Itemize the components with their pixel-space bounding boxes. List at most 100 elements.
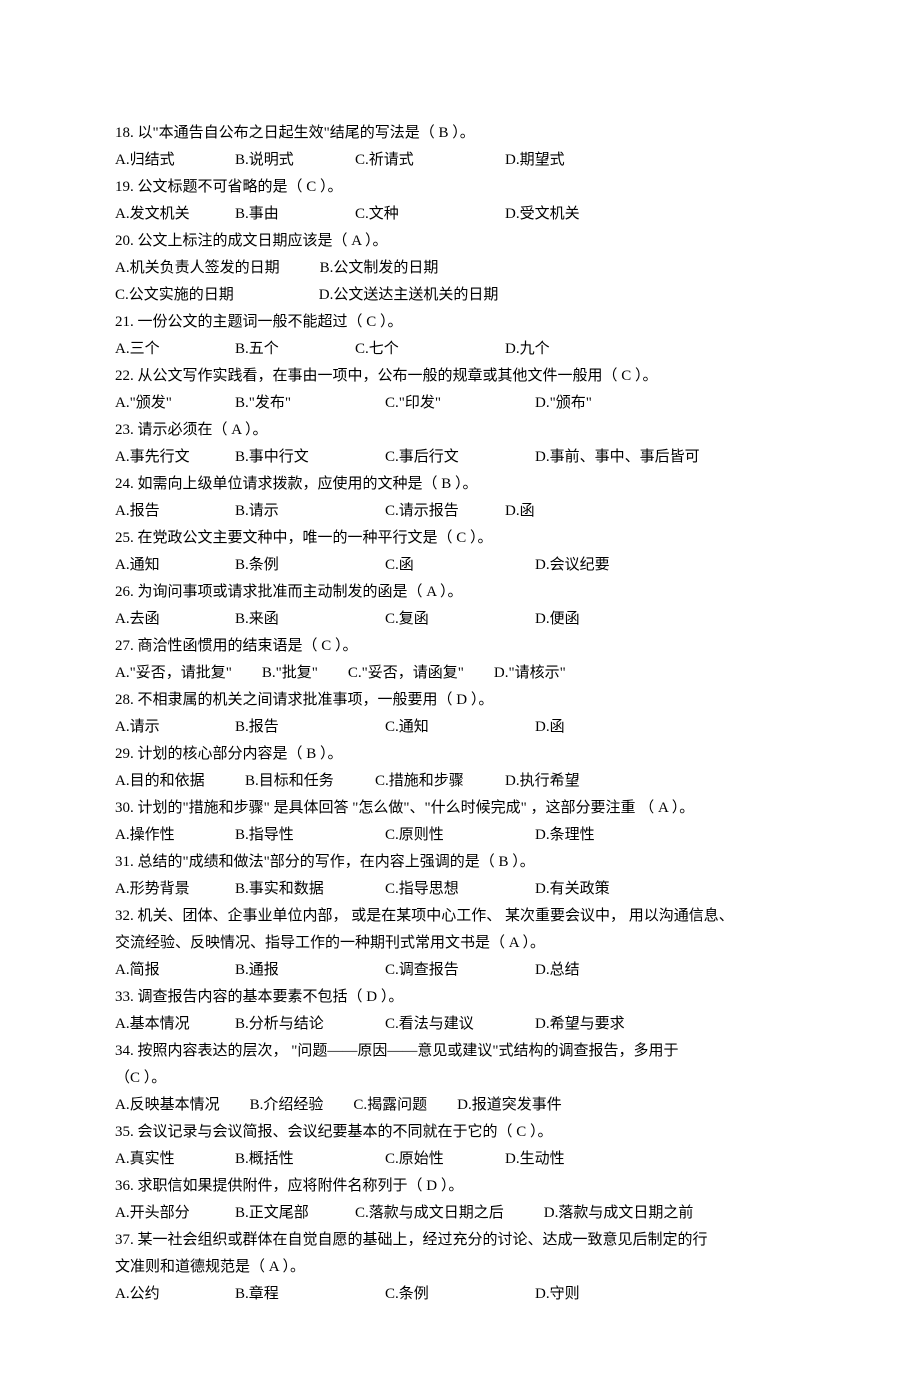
question-stem: 27. 商洽性函惯用的结束语是（ C ）。 — [115, 633, 805, 660]
question-stem: 34. 按照内容表达的层次， "问题——原因——意见或建议"式结构的调查报告，多… — [115, 1038, 805, 1065]
option: D.条理性 — [535, 822, 595, 849]
option: C.通知 — [385, 714, 535, 741]
options-row: A.通知B.条例C.函D.会议纪要 — [115, 552, 805, 579]
option: B.目标和任务 — [245, 768, 375, 795]
option: A.真实性 — [115, 1146, 235, 1173]
document-body: 18. 以"本通告自公布之日起生效"结尾的写法是（ B ）。A.归结式B.说明式… — [115, 120, 805, 1308]
option: D.有关政策 — [535, 876, 610, 903]
question-stem: 文准则和道德规范是（ A ）。 — [115, 1254, 805, 1281]
option: B.报告 — [235, 714, 385, 741]
option: B.说明式 — [235, 147, 355, 174]
option: D.事前、事中、事后皆可 — [535, 444, 700, 471]
question-stem: 26. 为询问事项或请求批准而主动制发的函是（ A ）。 — [115, 579, 805, 606]
option: C.复函 — [385, 606, 535, 633]
option: D.报道突发事件 — [457, 1092, 562, 1119]
option: C.原则性 — [385, 822, 535, 849]
option: D.生动性 — [505, 1146, 565, 1173]
options-row: A.公约B.章程C.条例D.守则 — [115, 1281, 805, 1308]
question-stem: 22. 从公文写作实践看，在事由一项中，公布一般的规章或其他文件一般用（ C ）… — [115, 363, 805, 390]
option: C.措施和步骤 — [375, 768, 505, 795]
option: D.会议纪要 — [535, 552, 610, 579]
options-row: A."妥否，请批复"B."批复"C."妥否，请函复"D."请核示" — [115, 660, 805, 687]
option: A.发文机关 — [115, 201, 235, 228]
option: D.总结 — [535, 957, 580, 984]
option: C.七个 — [355, 336, 505, 363]
option: A.报告 — [115, 498, 235, 525]
option: D."请核示" — [494, 660, 566, 687]
options-row: A.目的和依据B.目标和任务C.措施和步骤D.执行希望 — [115, 768, 805, 795]
question-stem: 21. 一份公文的主题词一般不能超过（ C ）。 — [115, 309, 805, 336]
question-stem: 32. 机关、团体、企事业单位内部， 或是在某项中心工作、 某次重要会议中， 用… — [115, 903, 805, 930]
option: A.机关负责人签发的日期 — [115, 255, 280, 282]
options-row: A.三个B.五个C.七个D.九个 — [115, 336, 805, 363]
options-row: A.请示B.报告C.通知D.函 — [115, 714, 805, 741]
option: B.公文制发的日期 — [320, 255, 439, 282]
option: A."颁发" — [115, 390, 235, 417]
option: A.目的和依据 — [115, 768, 245, 795]
question-stem: 33. 调查报告内容的基本要素不包括（ D ）。 — [115, 984, 805, 1011]
option: D.期望式 — [505, 147, 565, 174]
option: B.指导性 — [235, 822, 385, 849]
options-row: A.简报B.通报C.调查报告D.总结 — [115, 957, 805, 984]
option: A.请示 — [115, 714, 235, 741]
question-stem: 35. 会议记录与会议简报、会议纪要基本的不同就在于它的（ C ）。 — [115, 1119, 805, 1146]
option: A.操作性 — [115, 822, 235, 849]
option: C.函 — [385, 552, 535, 579]
question-stem: 36. 求职信如果提供附件，应将附件名称列于（ D ）。 — [115, 1173, 805, 1200]
option: B.概括性 — [235, 1146, 385, 1173]
option: B.请示 — [235, 498, 385, 525]
options-row: A.事先行文B.事中行文C.事后行文D.事前、事中、事后皆可 — [115, 444, 805, 471]
option: C.文种 — [355, 201, 505, 228]
option: D."颁布" — [535, 390, 592, 417]
option: B.五个 — [235, 336, 355, 363]
option: B.通报 — [235, 957, 385, 984]
option: D.九个 — [505, 336, 550, 363]
option: A.开头部分 — [115, 1200, 235, 1227]
option: D.希望与要求 — [535, 1011, 625, 1038]
option: D.函 — [535, 714, 565, 741]
option: D.受文机关 — [505, 201, 580, 228]
option: A.基本情况 — [115, 1011, 235, 1038]
option: A.反映基本情况 — [115, 1092, 220, 1119]
option: A.通知 — [115, 552, 235, 579]
option: B.事由 — [235, 201, 355, 228]
question-stem: 37. 某一社会组织或群体在自觉自愿的基础上，经过充分的讨论、达成一致意见后制定… — [115, 1227, 805, 1254]
option: C.看法与建议 — [385, 1011, 535, 1038]
options-row: A.发文机关B.事由C.文种D.受文机关 — [115, 201, 805, 228]
options-row: A.机关负责人签发的日期 B.公文制发的日期 — [115, 255, 805, 282]
question-stem: 24. 如需向上级单位请求拨款，应使用的文种是（ B ）。 — [115, 471, 805, 498]
question-stem: 20. 公文上标注的成文日期应该是（ A ）。 — [115, 228, 805, 255]
question-stem: 31. 总结的"成绩和做法"部分的写作，在内容上强调的是（ B ）。 — [115, 849, 805, 876]
option: D.落款与成文日期之前 — [544, 1200, 694, 1227]
option: A.公约 — [115, 1281, 235, 1308]
option: B.章程 — [235, 1281, 385, 1308]
option: D.公文送达主送机关的日期 — [319, 282, 499, 309]
option: B.正文尾部 — [235, 1200, 355, 1227]
option: A.简报 — [115, 957, 235, 984]
option: D.执行希望 — [505, 768, 580, 795]
option: B.介绍经验 — [250, 1092, 324, 1119]
option: C.请示报告 — [385, 498, 505, 525]
options-row: A.基本情况B.分析与结论C.看法与建议D.希望与要求 — [115, 1011, 805, 1038]
question-stem: 29. 计划的核心部分内容是（ B ）。 — [115, 741, 805, 768]
option: C.揭露问题 — [353, 1092, 427, 1119]
option: C."妥否，请函复" — [348, 660, 464, 687]
option: A.事先行文 — [115, 444, 235, 471]
option: B.来函 — [235, 606, 385, 633]
option: C.事后行文 — [385, 444, 535, 471]
option: C.指导思想 — [385, 876, 535, 903]
question-stem: 交流经验、反映情况、指导工作的一种期刊式常用文书是（ A ）。 — [115, 930, 805, 957]
question-stem: 18. 以"本通告自公布之日起生效"结尾的写法是（ B ）。 — [115, 120, 805, 147]
option: C.原始性 — [385, 1146, 505, 1173]
option: A.去函 — [115, 606, 235, 633]
option: C.条例 — [385, 1281, 535, 1308]
question-stem: 30. 计划的"措施和步骤" 是具体回答 "怎么做"、"什么时候完成" ，这部分… — [115, 795, 805, 822]
question-stem: 19. 公文标题不可省略的是（ C ）。 — [115, 174, 805, 201]
option: C.调查报告 — [385, 957, 535, 984]
option: B.分析与结论 — [235, 1011, 385, 1038]
options-row: A.归结式B.说明式C.祈请式D.期望式 — [115, 147, 805, 174]
option: B.事实和数据 — [235, 876, 385, 903]
option: B."发布" — [235, 390, 385, 417]
options-row: A.开头部分B.正文尾部C.落款与成文日期之后D.落款与成文日期之前 — [115, 1200, 805, 1227]
options-row: C.公文实施的日期D.公文送达主送机关的日期 — [115, 282, 805, 309]
